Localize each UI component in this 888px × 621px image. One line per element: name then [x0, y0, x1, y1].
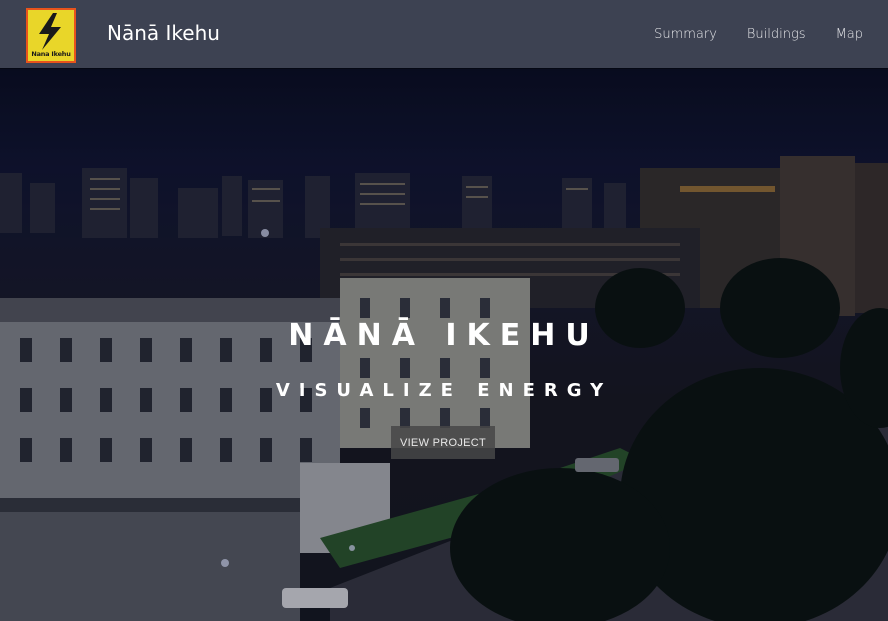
navbar: Nana Ikehu Nānā Ikehu Summary Buildings … — [0, 0, 888, 68]
logo[interactable]: Nana Ikehu — [26, 8, 76, 63]
nav-link-buildings[interactable]: Buildings — [747, 27, 806, 42]
nav-link-map[interactable]: Map — [836, 27, 863, 42]
brand-title[interactable]: Nānā Ikehu — [107, 21, 220, 45]
nav-link-summary[interactable]: Summary — [654, 27, 717, 42]
hero-title: NĀNĀ IKEHU — [288, 318, 600, 353]
hero-subtitle: VISUALIZE ENERGY — [275, 380, 613, 401]
logo-text: Nana Ikehu — [31, 50, 71, 58]
nav-links: Summary Buildings Map — [654, 27, 863, 42]
hero-section: NĀNĀ IKEHU VISUALIZE ENERGY VIEW PROJECT — [0, 68, 888, 621]
view-project-button[interactable]: VIEW PROJECT — [391, 426, 495, 459]
